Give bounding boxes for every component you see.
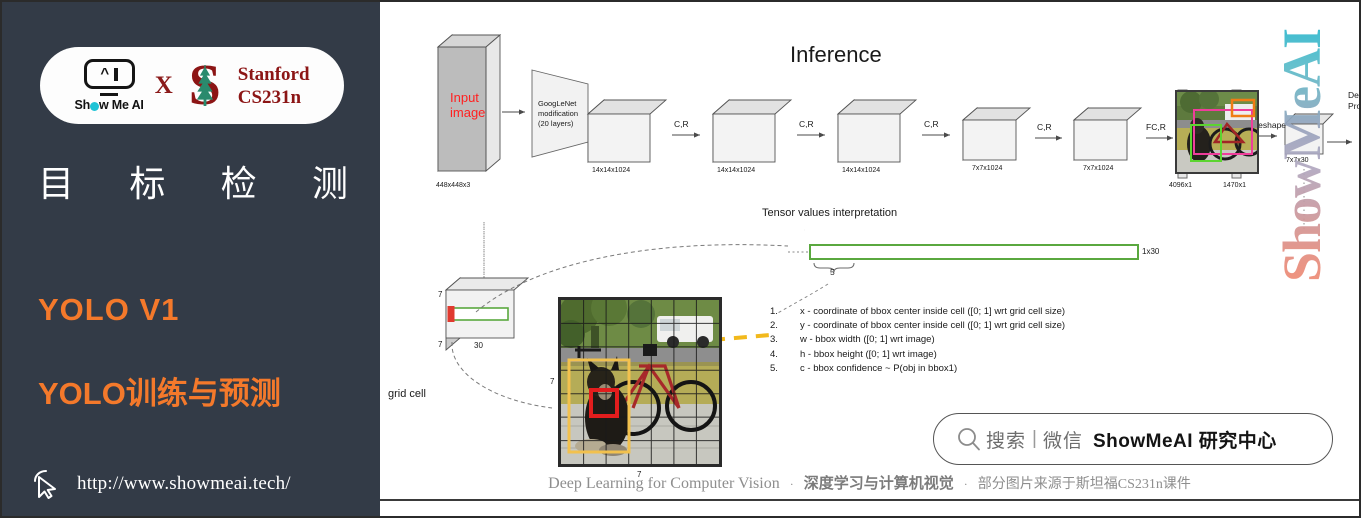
input-label-line1: Input (450, 90, 479, 105)
list-item-text: x - coordinate of bbox center inside cel… (800, 306, 1066, 317)
list-item-number: 4. (770, 348, 778, 360)
dim-conv-4: 7x7x1024 (972, 165, 1003, 172)
conv-block-1 (586, 99, 668, 163)
wordmark-part-1: Sh (74, 98, 91, 113)
showmeai-watermark: ShowMeAI (1272, 20, 1333, 282)
footer-caption: Deep Learning for Computer Vision · 深度学习… (380, 472, 1359, 493)
slide-content: Inference Input image GoogLeNet modifica… (380, 2, 1359, 516)
op-conv-1: C,R (674, 119, 689, 129)
list-item-text: c - bbox confidence ~ P(obj in bbox1) (800, 362, 958, 374)
list-item-number: 5. (770, 362, 778, 374)
dim-fc-1: 4096x1 (1169, 182, 1192, 189)
list-item-text: h - bbox height ([0; 1] wrt image) (800, 348, 937, 360)
conv-block-2 (711, 99, 793, 163)
tensor-bar-brace-label: 5 (830, 267, 835, 277)
wordmark-part-2: w Me AI (99, 98, 144, 113)
detection-result-thumbnail (1175, 90, 1259, 174)
list-item-text: y - coordinate of bbox center inside cel… (800, 320, 1066, 332)
op-conv-4: C,R (1037, 122, 1052, 132)
page-title: 目 标 检 测 (38, 155, 348, 207)
list-item: 2. y - coordinate of bbox center inside … (770, 319, 1065, 333)
googlenet-line1: GoogLeNet (538, 99, 577, 108)
tensor-bar-size-label: 1x30 (1142, 247, 1160, 256)
cube-label-depth: 7 (438, 290, 443, 299)
showmeai-wordmark: Sh w Me AI (74, 99, 143, 112)
dim-conv-5: 7x7x1024 (1083, 165, 1114, 172)
dim-input: 448x448x3 (436, 182, 471, 189)
search-placeholder[interactable]: 搜索 (986, 426, 1026, 453)
footer-tail: 部分图片来源于斯坦福CS231n课件 (977, 477, 1191, 492)
stanford-line-1: Stanford (237, 63, 310, 85)
title-char-0: 目 (38, 163, 75, 204)
cube-label-width: 30 (474, 341, 483, 350)
cursor-pointer-icon (34, 470, 56, 499)
search-icon (958, 428, 980, 451)
op-conv-2: C,R (799, 119, 814, 129)
stanford-course-text: Stanford CS231n (238, 63, 310, 109)
search-brand: ShowMeAI 研究中心 (1092, 430, 1277, 452)
showmeai-logo: ^ Sh w Me AI (74, 59, 144, 112)
list-item: 3. w - bbox width ([0; 1] wrt image) (770, 333, 1065, 347)
tensor-interpretation-heading: Tensor values interpretation (762, 207, 898, 219)
wechat-search-pill[interactable]: 搜索 | 微信 ShowMeAI 研究中心 (933, 413, 1333, 465)
footer-sep-2: · (963, 477, 968, 491)
list-item: 1. x - coordinate of bbox center inside … (770, 305, 1065, 319)
grid-overlay-photo (558, 297, 722, 467)
googlenet-block-label: GoogLeNet modification (20 layers) (538, 99, 578, 129)
grid-cell-tensor-cube (444, 277, 530, 351)
cube-label-height: 7 (438, 340, 443, 349)
site-url-text[interactable]: http://www.showmeai.tech/ (77, 473, 291, 495)
dim-conv-2: 14x14x1024 (717, 167, 756, 174)
slide-root: ^ Sh w Me AI X S Stanford CS231n (0, 0, 1361, 518)
op-fc-1: FC,R (1146, 122, 1166, 132)
list-item: 4. h - bbox height ([0; 1] wrt image) (770, 348, 1065, 362)
detection-label-line2: Procedure (1348, 101, 1361, 111)
googlenet-line2: modification (538, 109, 579, 118)
footer-chinese-bold: 深度学习与计算机视觉 (803, 475, 954, 492)
list-item: 5. c - bbox confidence ~ P(obj in bbox1) (770, 362, 1065, 376)
tensor-1x30-bar (809, 244, 1139, 260)
op-conv-3: C,R (924, 119, 939, 129)
search-channel: 微信 (1042, 430, 1083, 452)
grid-cell-caption: grid cell (388, 388, 426, 400)
detection-label-line1: Detection (1348, 90, 1361, 100)
footer-sep-1: · (789, 477, 794, 491)
dim-conv-1: 14x14x1024 (592, 167, 631, 174)
robot-bar-glyph (114, 67, 118, 81)
search-separator: | (1032, 428, 1037, 449)
dim-conv-3: 14x14x1024 (842, 167, 881, 174)
brand-badge: ^ Sh w Me AI X S Stanford CS231n (40, 47, 344, 124)
detection-procedure-label: Detection Procedure (1348, 90, 1361, 112)
googlenet-line3: (20 layers) (538, 119, 574, 128)
robot-head-icon: ^ (83, 59, 135, 90)
cross-symbol: X (154, 71, 173, 99)
tensor-values-list: 1. x - coordinate of bbox center inside … (770, 305, 1065, 376)
robot-neck-icon (100, 92, 119, 97)
footer-divider (380, 499, 1359, 501)
teal-dot-icon (90, 102, 100, 111)
input-label-line2: image (450, 105, 486, 120)
left-panel: ^ Sh w Me AI X S Stanford CS231n (2, 2, 380, 516)
conv-block-5 (1072, 107, 1143, 161)
list-item-number: 3. (770, 334, 778, 346)
list-item-text: w - bbox width ([0; 1] wrt image) (800, 334, 935, 346)
input-image-label: Input image (450, 90, 485, 120)
list-item-number: 1. (770, 306, 778, 317)
title-char-1: 标 (129, 163, 166, 204)
list-item-number: 2. (770, 320, 778, 332)
title-char-3: 测 (311, 163, 348, 204)
topic-yolo-v1: YOLO V1 (38, 292, 180, 327)
stanford-line-2: CS231n (237, 86, 302, 108)
photo-label-left: 7 (550, 377, 555, 386)
conv-block-4 (961, 107, 1032, 161)
footer-english: Deep Learning for Computer Vision (548, 475, 780, 492)
topic-yolo-training: YOLO训练与预测 (38, 376, 281, 411)
dim-fc-2: 1470x1 (1223, 182, 1246, 189)
robot-caret-glyph: ^ (100, 64, 110, 82)
site-url-row[interactable]: http://www.showmeai.tech/ (32, 468, 291, 500)
conv-block-3 (836, 99, 918, 163)
stanford-tree-icon (196, 64, 213, 106)
title-char-2: 检 (220, 163, 257, 204)
stanford-s-logo: S (184, 55, 226, 113)
